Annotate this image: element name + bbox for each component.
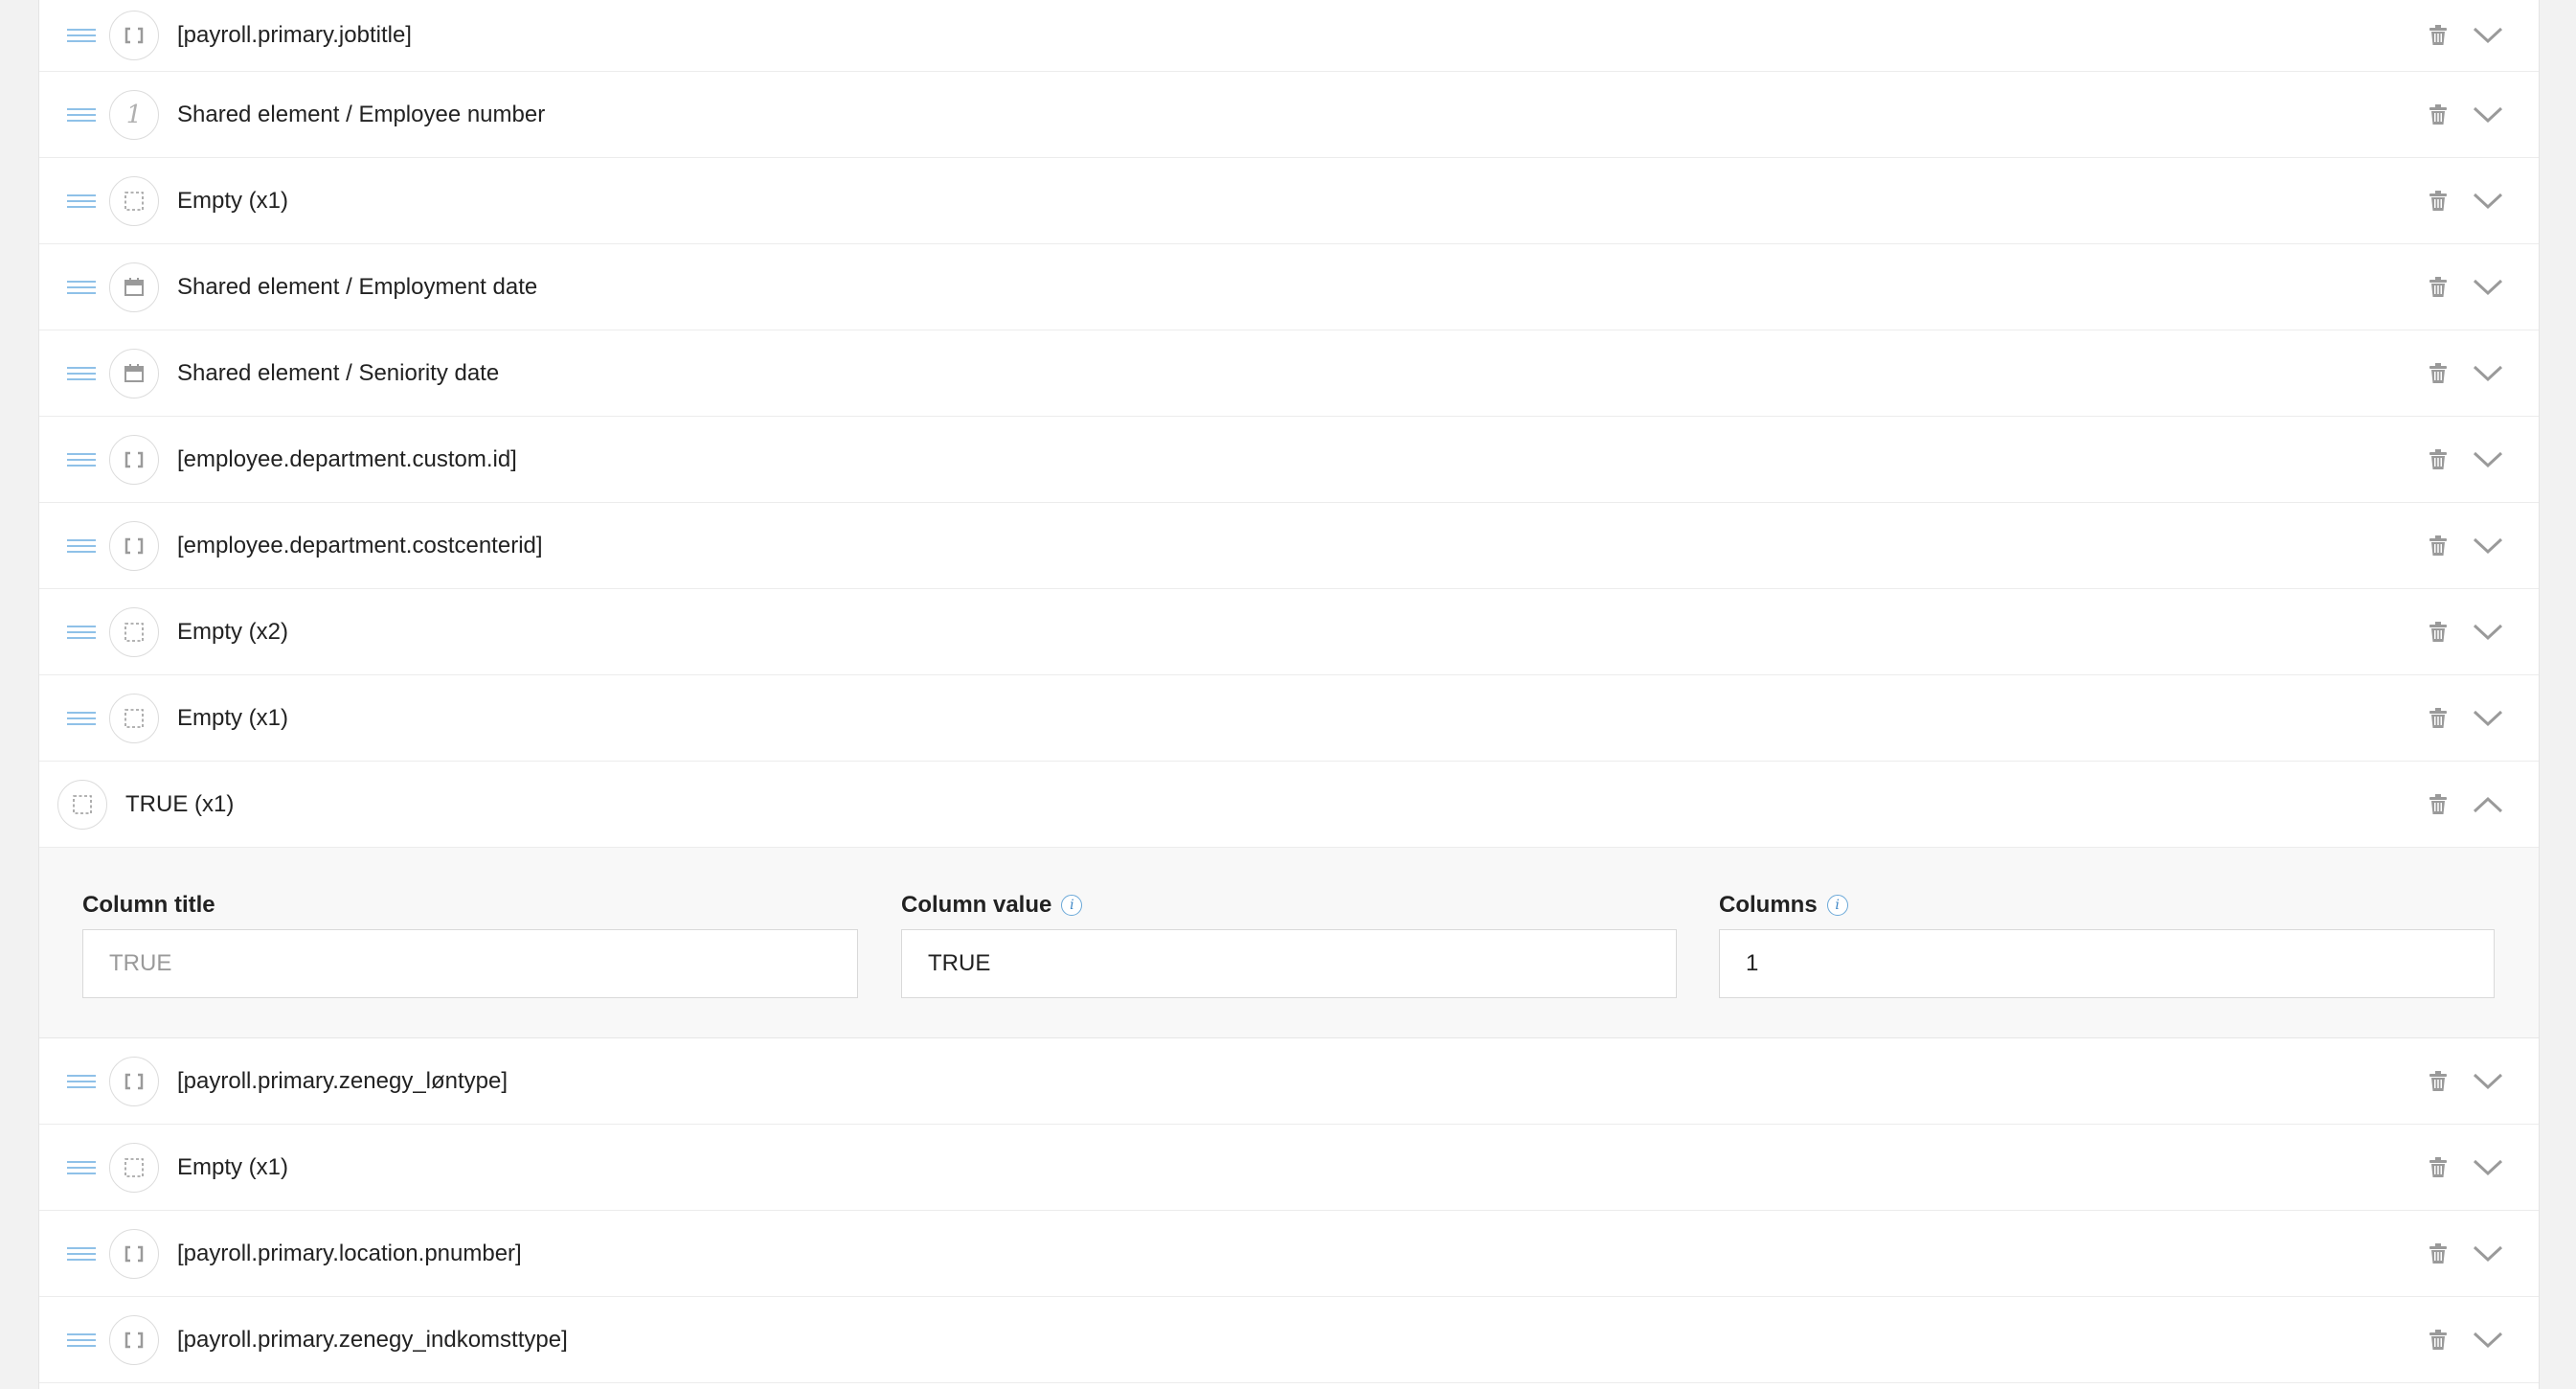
list-item[interactable]: [employee.department.custom.id] (39, 417, 2539, 503)
drag-handle-icon[interactable] (67, 625, 96, 639)
trash-icon[interactable] (2429, 103, 2448, 125)
chevron-down-icon[interactable] (2472, 536, 2504, 556)
chevron-down-icon[interactable] (2472, 1244, 2504, 1264)
drag-handle-icon[interactable] (67, 29, 96, 42)
trash-icon[interactable] (2429, 707, 2448, 729)
chevron-down-icon[interactable] (2472, 623, 2504, 642)
list-item[interactable]: Empty (x2) (39, 589, 2539, 675)
column-title-label: Column title (82, 892, 215, 918)
dashed-square-icon (109, 606, 159, 657)
drag-handle-icon[interactable] (67, 366, 96, 380)
calendar-icon (109, 348, 159, 398)
drag-handle-icon[interactable] (67, 1246, 96, 1261)
drag-handle-icon[interactable] (67, 1332, 96, 1347)
row-label: Empty (x1) (177, 704, 289, 731)
columns-label: Columns (1719, 892, 1818, 918)
info-icon[interactable]: i (1826, 895, 1848, 916)
column-value-input[interactable] (901, 929, 1677, 998)
trash-icon[interactable] (2429, 1070, 2448, 1092)
list-item[interactable]: Shared element / Seniority date (39, 330, 2539, 417)
row-label: [payroll.primary.location.pnumber] (177, 1240, 522, 1266)
column-title-input[interactable] (82, 929, 858, 998)
chevron-down-icon[interactable] (2472, 364, 2504, 383)
trash-icon[interactable] (2429, 1156, 2448, 1178)
row-label: [employee.department.custom.id] (177, 445, 517, 472)
list-item[interactable]: Empty (x1) (39, 675, 2539, 762)
brackets-icon (109, 434, 159, 485)
row-label: Shared element / Seniority date (177, 359, 500, 386)
trash-icon[interactable] (2429, 25, 2448, 46)
row-label: Empty (x1) (177, 1153, 289, 1180)
trash-icon[interactable] (2429, 362, 2448, 384)
dashed-square-icon (109, 693, 159, 743)
drag-handle-icon[interactable] (67, 1160, 96, 1174)
column-title-field: Column title (82, 891, 858, 998)
column-value-label: Column value (901, 892, 1052, 918)
trash-icon[interactable] (2429, 448, 2448, 470)
row-label: Empty (x2) (177, 618, 289, 645)
trash-icon[interactable] (2429, 1329, 2448, 1351)
list-item[interactable]: [payroll.primary.location.pnumber] (39, 1211, 2539, 1297)
list-item[interactable]: Shared element / Employment date (39, 244, 2539, 330)
drag-handle-icon[interactable] (67, 538, 96, 553)
chevron-down-icon[interactable] (2472, 1158, 2504, 1177)
chevron-down-icon[interactable] (2472, 105, 2504, 125)
trash-icon[interactable] (2429, 1242, 2448, 1264)
drag-handle-icon[interactable] (67, 1074, 96, 1088)
row-label: [employee.department.costcenterid] (177, 532, 543, 558)
brackets-icon (109, 1314, 159, 1365)
trash-icon[interactable] (2429, 276, 2448, 298)
column-settings-form: Column title Column value i Columns i (39, 848, 2539, 1038)
list-item[interactable]: [payroll.primary.jobtitle] (39, 0, 2539, 72)
trash-icon[interactable] (2429, 793, 2448, 815)
chevron-down-icon[interactable] (2472, 26, 2504, 45)
calendar-icon (109, 262, 159, 312)
chevron-down-icon[interactable] (2472, 278, 2504, 297)
brackets-icon (109, 1228, 159, 1279)
dashed-square-icon (57, 779, 107, 830)
chevron-down-icon[interactable] (2472, 1072, 2504, 1091)
dashed-square-icon (109, 1142, 159, 1193)
info-icon[interactable]: i (1061, 895, 1083, 916)
columns-field: Columns i (1719, 891, 2495, 998)
drag-handle-icon[interactable] (67, 280, 96, 294)
list-item-expanded[interactable]: TRUE (x1) (39, 762, 2539, 848)
drag-handle-icon[interactable] (67, 711, 96, 725)
trash-icon[interactable] (2429, 621, 2448, 643)
row-label: TRUE (x1) (125, 790, 235, 817)
drag-handle-icon[interactable] (67, 107, 96, 122)
list-item[interactable]: [payroll.primary.zenegy_løntype] (39, 1038, 2539, 1125)
row-label: Shared element / Employment date (177, 273, 538, 300)
list-item[interactable]: Empty (x1) (39, 1125, 2539, 1211)
chevron-up-icon[interactable] (2472, 795, 2504, 814)
trash-icon[interactable] (2429, 190, 2448, 212)
chevron-down-icon[interactable] (2472, 1331, 2504, 1350)
row-label: [payroll.primary.jobtitle] (177, 22, 412, 48)
row-label: Shared element / Employee number (177, 101, 546, 127)
drag-handle-icon[interactable] (67, 452, 96, 467)
trash-icon[interactable] (2429, 535, 2448, 557)
brackets-icon (109, 11, 159, 60)
list-item[interactable]: [employee.department.costcenterid] (39, 503, 2539, 589)
drag-handle-icon[interactable] (67, 194, 96, 208)
row-label: [payroll.primary.zenegy_løntype] (177, 1067, 508, 1094)
list-item[interactable]: [payroll.primary.zenegy_indkomsttype] (39, 1297, 2539, 1383)
chevron-down-icon[interactable] (2472, 709, 2504, 728)
row-label: Empty (x1) (177, 187, 289, 214)
chevron-down-icon[interactable] (2472, 450, 2504, 469)
chevron-down-icon[interactable] (2472, 192, 2504, 211)
number-icon: 1 (109, 89, 159, 140)
brackets-icon (109, 1056, 159, 1106)
brackets-icon (109, 520, 159, 571)
list-item[interactable]: 1 Shared element / Employee number (39, 72, 2539, 158)
columns-list-panel: [payroll.primary.jobtitle] 1 Shared elem… (38, 0, 2540, 1389)
dashed-square-icon (109, 175, 159, 226)
list-item[interactable]: Empty (x1) (39, 158, 2539, 244)
column-value-field: Column value i (901, 891, 1677, 998)
row-label: [payroll.primary.zenegy_indkomsttype] (177, 1326, 568, 1353)
columns-input[interactable] (1719, 929, 2495, 998)
